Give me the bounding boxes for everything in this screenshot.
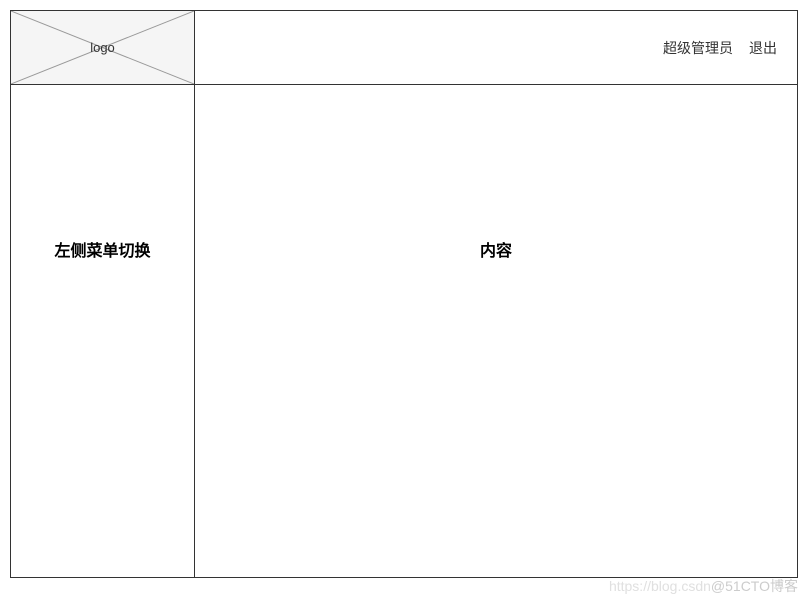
content-area: 内容	[195, 85, 797, 577]
user-label[interactable]: 超级管理员	[663, 38, 733, 58]
watermark-faint: https://blog.csdn	[609, 578, 711, 594]
logo-placeholder: logo	[11, 11, 195, 84]
header-right: 超级管理员 退出	[195, 11, 797, 84]
logout-link[interactable]: 退出	[749, 38, 777, 58]
content-label: 内容	[480, 237, 512, 261]
sidebar-label: 左侧菜单切换	[54, 237, 150, 261]
layout-wireframe: logo 超级管理员 退出 左侧菜单切换 内容	[10, 10, 798, 578]
header: logo 超级管理员 退出	[11, 11, 797, 85]
watermark-text: @51CTO博客	[711, 578, 798, 594]
logo-label: logo	[90, 40, 115, 55]
watermark: https://blog.csdn@51CTO博客	[609, 576, 798, 596]
sidebar[interactable]: 左侧菜单切换	[11, 85, 195, 577]
body: 左侧菜单切换 内容	[11, 85, 797, 577]
